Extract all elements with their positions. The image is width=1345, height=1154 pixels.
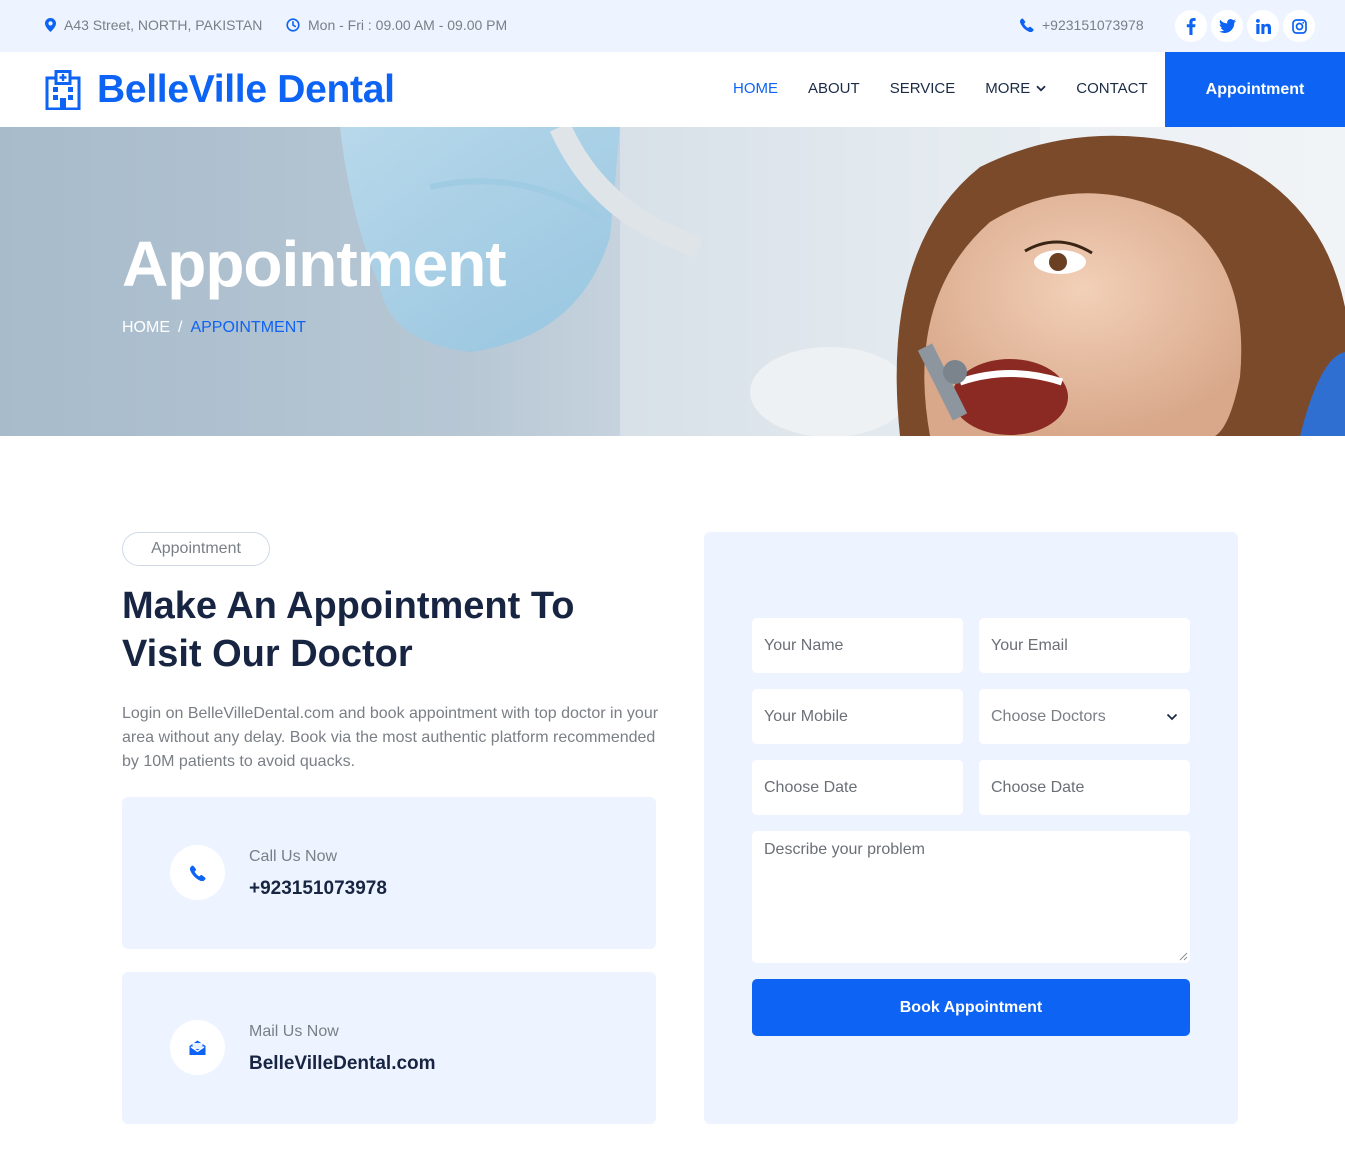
nav-contact[interactable]: CONTACT [1076,80,1147,97]
resize-handle-icon[interactable] [1179,952,1188,961]
chevron-down-icon [1036,85,1046,92]
book-appointment-button[interactable]: Book Appointment [752,979,1190,1036]
hospital-icon [45,70,81,110]
date-input-2[interactable]: Choose Date [979,760,1190,815]
date-input-1[interactable]: Choose Date [752,760,963,815]
call-icon-wrap [170,845,225,900]
problem-placeholder: Describe your problem [764,841,925,858]
address-text: A43 Street, NORTH, PAKISTAN [64,17,263,33]
call-label: Call Us Now [249,848,338,865]
breadcrumb: HOME / APPOINTMENT [122,319,306,337]
section-paragraph: Login on BelleVilleDental.com and book a… [122,705,659,770]
hours-text: Mon - Fri : 09.00 AM - 09.00 PM [308,17,508,33]
phone-text: +923151073978 [1042,17,1144,33]
phone-info[interactable]: +923151073978 [1020,17,1144,33]
instagram-icon[interactable] [1283,10,1315,42]
appointment-nav-button[interactable]: Appointment [1165,52,1345,127]
breadcrumb-separator: / [178,319,183,336]
doctor-select-value: Choose Doctors [991,707,1106,725]
social-links [1175,10,1315,42]
address-info: A43 Street, NORTH, PAKISTAN [45,17,262,33]
doctor-select[interactable]: Choose Doctors [979,689,1190,744]
phone-icon [1020,18,1034,32]
nav-links: HOME ABOUT SERVICE MORE CONTACT [733,80,1178,97]
top-bar: A43 Street, NORTH, PAKISTAN Mon - Fri : … [0,0,1345,52]
nav-home[interactable]: HOME [733,80,778,97]
main-navbar: BelleVille Dental HOME ABOUT SERVICE MOR… [0,52,1345,127]
nav-service[interactable]: SERVICE [890,80,956,97]
map-pin-icon [45,18,56,32]
mail-value[interactable]: BelleVilleDental.com [249,1053,436,1075]
hours-info: Mon - Fri : 09.00 AM - 09.00 PM [286,17,507,33]
twitter-icon[interactable] [1211,10,1243,42]
phone-icon [189,865,206,881]
problem-textarea[interactable]: Describe your problem [752,831,1190,963]
call-card: Call Us Now +923151073978 [122,797,656,949]
nav-more-label: MORE [985,80,1031,97]
mail-icon-wrap [170,1020,225,1075]
page-title: Appointment [122,228,507,300]
brand-logo[interactable]: BelleVille Dental [45,68,395,112]
nav-more[interactable]: MORE [985,80,1046,97]
chevron-down-icon [1166,713,1178,720]
hero-banner: Appointment HOME / APPOINTMENT [0,127,1345,436]
breadcrumb-current: APPOINTMENT [190,319,307,336]
nav-about[interactable]: ABOUT [808,80,860,97]
section-tag: Appointment [122,532,270,566]
envelope-open-icon [189,1040,206,1055]
mail-card: Mail Us Now BelleVilleDental.com [122,972,656,1124]
section-heading: Make An Appointment To Visit Our Doctor [122,585,575,675]
clock-icon [286,18,300,32]
breadcrumb-home[interactable]: HOME [122,319,170,337]
brand-name: BelleVille Dental [97,68,395,111]
appointment-form: Your Name Your Email Your Mobile Choose … [704,532,1238,1124]
mail-label: Mail Us Now [249,1023,339,1040]
call-value[interactable]: +923151073978 [249,878,387,900]
mobile-input[interactable]: Your Mobile [752,689,963,744]
email-input[interactable]: Your Email [979,618,1190,673]
linkedin-icon[interactable] [1247,10,1279,42]
facebook-icon[interactable] [1175,10,1207,42]
name-input[interactable]: Your Name [752,618,963,673]
